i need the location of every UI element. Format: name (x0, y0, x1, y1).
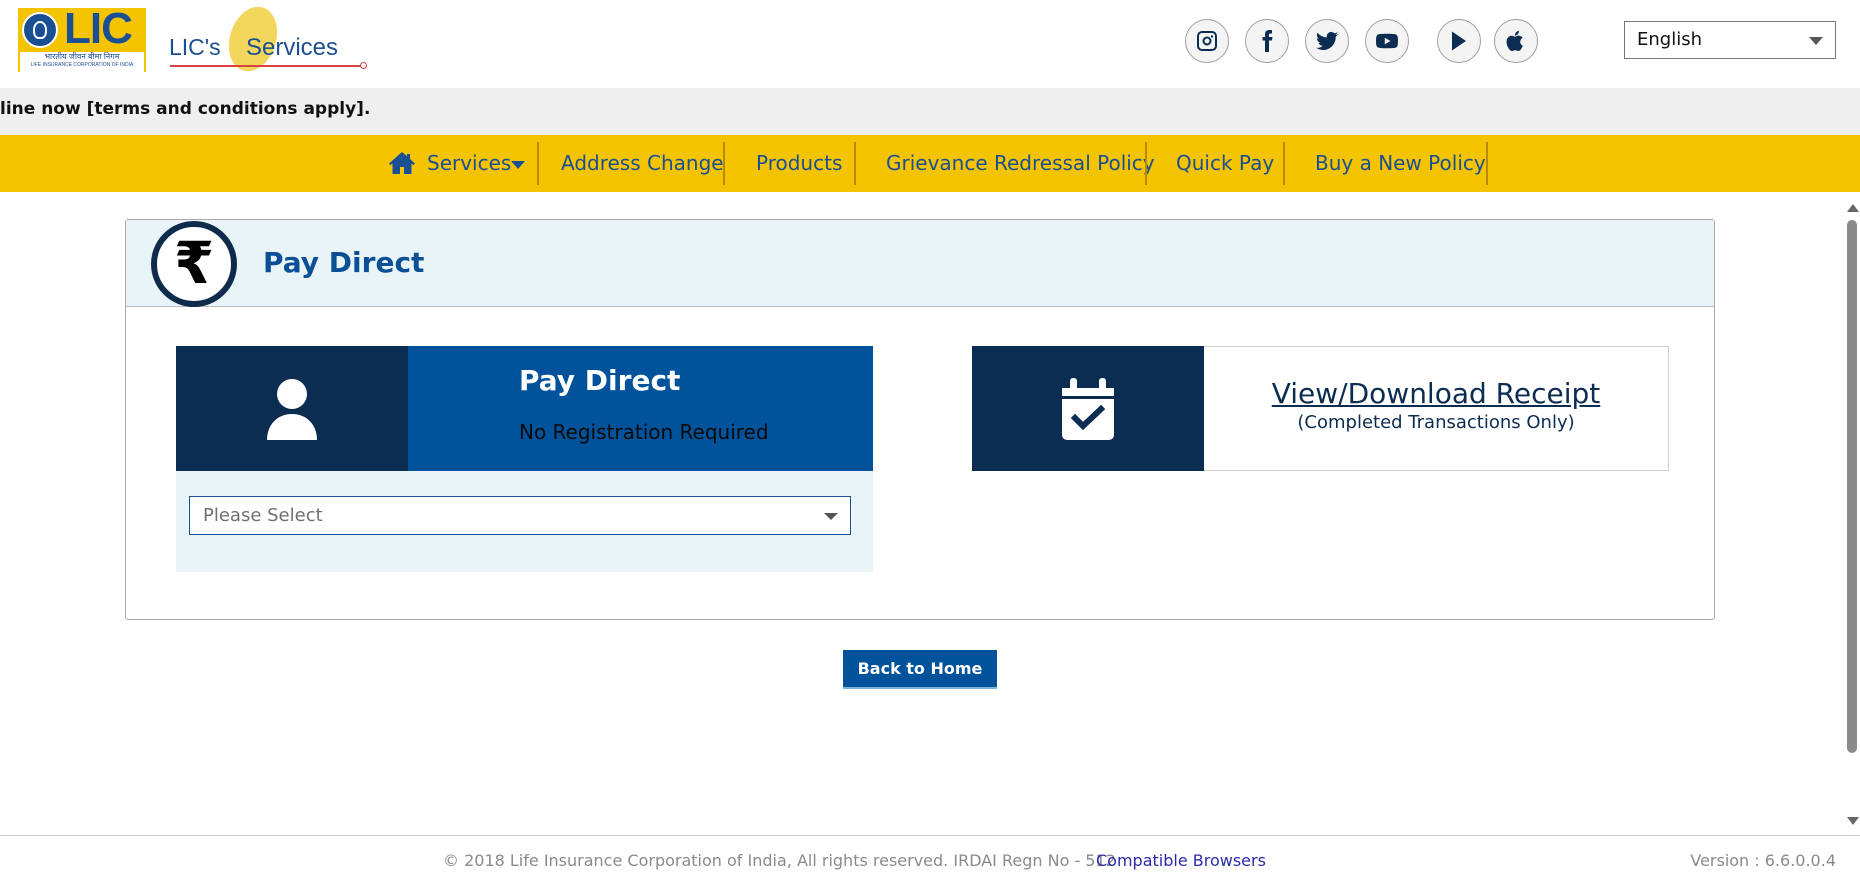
twitter-icon (1316, 31, 1338, 50)
pay-direct-card[interactable]: Pay Direct No Registration Required (176, 346, 873, 471)
page-scrollbar[interactable] (1845, 198, 1860, 833)
user-icon-box (176, 346, 408, 471)
language-select[interactable]: English (1624, 21, 1836, 59)
nav-quick-pay[interactable]: Quick Pay (1176, 135, 1274, 192)
eservices-suffix: Services (246, 34, 339, 61)
copyright-text: © 2018 Life Insurance Corporation of Ind… (443, 851, 1116, 870)
nav-divider (537, 142, 539, 185)
app-store-link[interactable] (1494, 19, 1538, 63)
footer: © 2018 Life Insurance Corporation of Ind… (0, 835, 1860, 885)
pay-direct-select-area: Please Select (176, 471, 873, 572)
pay-direct-panel: ₹ Pay Direct Pay Direct No Registration … (125, 219, 1715, 620)
play-store-link[interactable] (1437, 19, 1481, 63)
facebook-icon (1262, 30, 1273, 52)
panel-header: ₹ Pay Direct (126, 220, 1714, 307)
view-receipt-card[interactable]: View/Download Receipt (Completed Transac… (972, 346, 1669, 471)
nav-divider (1486, 142, 1488, 185)
view-receipt-subtitle: (Completed Transactions Only) (1297, 412, 1575, 433)
lic-logo-caption: भारतीय जीवन बीमा निगम LIFE INSURANCE COR… (20, 52, 144, 72)
nav-products[interactable]: Products (756, 135, 842, 192)
eservices-prefix: LIC's (169, 34, 221, 60)
chevron-down-icon[interactable] (511, 161, 525, 169)
lic-logo[interactable]: LIC भारतीय जीवन बीमा निगम LIFE INSURANCE… (18, 8, 146, 72)
nav-divider (723, 142, 725, 185)
nav-divider (854, 142, 856, 185)
instagram-icon (1197, 31, 1217, 51)
back-to-home-button[interactable]: Back to Home (843, 650, 997, 689)
chevron-down-icon (1809, 37, 1823, 45)
facebook-link[interactable] (1245, 19, 1289, 63)
lic-logo-hindi: भारतीय जीवन बीमा निगम (44, 52, 120, 61)
nav-address-change[interactable]: Address Change (561, 135, 724, 192)
announcement-marquee: line now [terms and conditions apply]. (0, 88, 1860, 135)
pay-direct-card-subtitle: No Registration Required (519, 420, 769, 444)
play-store-icon (1452, 31, 1466, 51)
chevron-down-icon (824, 513, 838, 520)
eservices-dot (360, 62, 367, 69)
nav-grievance[interactable]: Grievance Redressal Policy (886, 135, 1155, 192)
calendar-icon-box (972, 346, 1204, 471)
rupee-icon: ₹ (151, 221, 237, 307)
lic-logo-english: LIFE INSURANCE CORPORATION OF INDIA (30, 62, 134, 68)
lic-emblem-icon (22, 12, 58, 48)
pay-direct-card-title: Pay Direct (519, 364, 681, 397)
youtube-link[interactable] (1365, 19, 1409, 63)
home-icon[interactable] (388, 151, 416, 175)
eservices-underline (170, 65, 364, 67)
scrollbar-thumb[interactable] (1847, 220, 1857, 753)
version-text: Version : 6.6.0.0.4 (1690, 851, 1836, 870)
rupee-symbol: ₹ (173, 229, 215, 297)
view-receipt-link[interactable]: View/Download Receipt (1204, 377, 1668, 410)
instagram-link[interactable] (1185, 19, 1229, 63)
announcement-text: line now [terms and conditions apply]. (0, 99, 371, 119)
eservices-logo[interactable]: LIC's Services (166, 0, 370, 78)
nav-services[interactable]: Services (427, 135, 511, 192)
main-nav: Services Address Change Products Grievan… (0, 135, 1860, 192)
apple-icon (1506, 30, 1523, 52)
nav-divider (1283, 142, 1285, 185)
nav-divider (1145, 142, 1147, 185)
twitter-link[interactable] (1305, 19, 1349, 63)
lic-logo-text: LIC (64, 8, 133, 53)
scroll-up-arrow-icon[interactable] (1847, 204, 1859, 212)
calendar-check-icon (1062, 377, 1114, 440)
nav-buy-policy[interactable]: Buy a New Policy (1315, 135, 1486, 192)
header: LIC भारतीय जीवन बीमा निगम LIFE INSURANCE… (0, 0, 1860, 88)
youtube-icon (1376, 33, 1398, 49)
scroll-down-arrow-icon[interactable] (1847, 817, 1859, 825)
user-icon (267, 378, 317, 440)
compatible-browsers-link[interactable]: Compatible Browsers (1096, 851, 1266, 870)
payment-option-select[interactable]: Please Select (189, 496, 851, 535)
page-title: Pay Direct (263, 246, 425, 279)
payment-option-select-value: Please Select (203, 505, 323, 526)
main-content: ₹ Pay Direct Pay Direct No Registration … (0, 192, 1845, 835)
language-select-value: English (1637, 29, 1702, 50)
